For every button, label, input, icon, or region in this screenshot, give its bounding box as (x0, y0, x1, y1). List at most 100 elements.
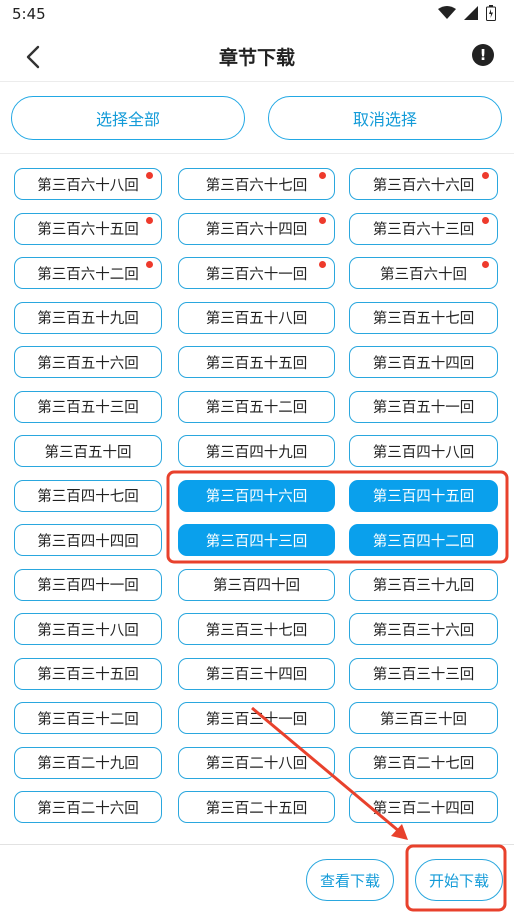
chapter-label: 第三百五十六回 (37, 355, 139, 372)
chapter-label: 第三百五十四回 (372, 355, 475, 372)
chapter-button[interactable]: 第三百三十九回 (349, 568, 498, 601)
chapter-button[interactable]: 第三百六十四回 (178, 212, 335, 245)
chapter-button[interactable]: 第三百四十二回 (349, 524, 498, 556)
bottom-bar: 查看下载 开始下载 (0, 844, 514, 914)
chapter-button[interactable]: 第三百四十六回 (178, 479, 335, 512)
chapter-label: 第三百三十五回 (37, 667, 139, 683)
chapter-button[interactable]: 第三百五十三回 (14, 390, 162, 423)
chapter-label: 第三百五十八回 (205, 311, 308, 327)
chapter-button[interactable]: 第三百五十四回 (349, 346, 498, 378)
chapter-button[interactable]: 第三百五十九回 (14, 301, 162, 334)
chapter-label: 第三百六十一回 (205, 266, 308, 283)
chapter-button[interactable]: 第三百三十一回 (178, 702, 335, 734)
chapter-button[interactable]: 第三百三十二回 (14, 702, 162, 734)
chapter-label: 第三百六十五回 (37, 222, 139, 238)
chapter-button[interactable]: 第三百三十四回 (178, 657, 335, 690)
status-bar: 5:45 (0, 0, 514, 30)
chapter-button[interactable]: 第三百五十一回 (349, 390, 498, 423)
new-chapter-dot (482, 172, 489, 179)
chapter-label: 第三百二十八回 (205, 756, 308, 772)
chapter-button[interactable]: 第三百四十九回 (178, 435, 335, 467)
chapter-button[interactable]: 第三百二十八回 (178, 746, 335, 779)
new-chapter-dot (319, 172, 326, 179)
chapter-button[interactable]: 第三百三十八回 (14, 613, 162, 645)
chapter-label: 第三百三十九回 (372, 578, 475, 594)
chapter-label: 第三百四十七回 (37, 489, 139, 505)
chapter-label: 第三百二十九回 (37, 756, 139, 772)
chapter-label: 第三百四十五回 (372, 489, 475, 505)
signal-icon (464, 6, 478, 20)
chapter-label: 第三百六十六回 (372, 177, 475, 194)
chapter-button[interactable]: 第三百六十一回 (178, 257, 335, 289)
new-chapter-dot (146, 172, 153, 179)
chapter-label: 第三百四十回 (213, 578, 300, 594)
new-chapter-dot (482, 216, 489, 224)
chapter-button[interactable]: 第三百六十回 (349, 257, 498, 289)
chapter-button[interactable]: 第三百二十七回 (349, 746, 498, 779)
new-chapter-dot (482, 261, 489, 268)
status-time: 5:45 (12, 5, 46, 23)
chapter-button[interactable]: 第三百六十五回 (14, 212, 162, 245)
chapter-label: 第三百五十一回 (372, 400, 475, 416)
chapter-button[interactable]: 第三百二十六回 (14, 791, 162, 823)
chapter-button[interactable]: 第三百六十三回 (349, 212, 498, 245)
chapter-label: 第三百六十二回 (37, 266, 139, 283)
chapter-button[interactable]: 第三百六十七回 (178, 168, 335, 200)
chapter-label: 第三百五十三回 (37, 400, 139, 416)
chapter-label: 第三百五十回 (44, 444, 132, 461)
chapter-label: 第三百三十回 (380, 711, 467, 728)
chapter-label: 第三百六十七回 (205, 177, 308, 194)
chapter-button[interactable]: 第三百五十六回 (14, 346, 162, 378)
chapter-label: 第三百二十四回 (372, 800, 475, 817)
chapter-label: 第三百二十五回 (205, 800, 308, 817)
chapter-label: 第三百三十八回 (37, 622, 139, 639)
chapter-label: 第三百六十回 (380, 266, 467, 283)
chapter-label: 第三百六十四回 (205, 222, 308, 238)
chapter-button[interactable]: 第三百六十八回 (14, 168, 162, 200)
app-header: 章节下载 ! (0, 30, 514, 82)
chapter-button[interactable]: 第三百三十五回 (14, 657, 162, 690)
chapter-button[interactable]: 第三百四十五回 (349, 479, 498, 512)
wifi-icon (438, 6, 456, 19)
chapter-label: 第三百二十六回 (37, 800, 139, 817)
chapter-label: 第三百三十六回 (372, 622, 475, 639)
chapter-label: 第三百二十七回 (372, 756, 475, 772)
chapter-label: 第三百四十一回 (37, 578, 139, 594)
chapter-label: 第三百三十四回 (205, 667, 308, 683)
chapter-button[interactable]: 第三百三十七回 (178, 613, 335, 645)
chapter-button[interactable]: 第三百二十四回 (349, 791, 498, 823)
status-icons (438, 5, 496, 21)
chapter-button[interactable]: 第三百四十三回 (178, 524, 335, 556)
view-downloads-button[interactable]: 查看下载 (306, 859, 394, 901)
info-button[interactable]: ! (472, 44, 494, 66)
chapter-button[interactable]: 第三百五十七回 (349, 301, 498, 334)
page-title: 章节下载 (218, 47, 295, 69)
chapter-button[interactable]: 第三百三十回 (349, 702, 498, 734)
cancel-selection-button[interactable]: 取消选择 (268, 96, 502, 140)
chapter-label: 第三百五十七回 (372, 311, 475, 327)
chapter-button[interactable]: 第三百四十一回 (14, 568, 162, 601)
chapter-button[interactable]: 第三百五十回 (14, 435, 162, 467)
chapter-button[interactable]: 第三百六十二回 (14, 257, 162, 289)
chapter-button[interactable]: 第三百五十二回 (178, 390, 335, 423)
chapter-button[interactable]: 第三百三十三回 (349, 657, 498, 690)
chapter-grid: 第三百六十八回 第三百六十七回 第三百六十六回 第三百六十五回 第三百六十四回 第三百六十… (0, 154, 514, 844)
chapter-button[interactable]: 第三百二十五回 (178, 791, 335, 823)
chapter-button[interactable]: 第三百六十六回 (349, 168, 498, 200)
chapter-label: 第三百四十三回 (205, 533, 308, 550)
chapter-label: 第三百四十八回 (372, 444, 475, 461)
start-download-button[interactable]: 开始下载 (415, 859, 503, 901)
chapter-button[interactable]: 第三百二十九回 (14, 746, 162, 779)
chapter-label: 第三百五十九回 (37, 311, 139, 327)
chapter-button[interactable]: 第三百四十回 (178, 568, 335, 601)
chapter-button[interactable]: 第三百五十五回 (178, 346, 335, 378)
chapter-button[interactable]: 第三百三十六回 (349, 613, 498, 645)
chapter-button[interactable]: 第三百五十八回 (178, 301, 335, 334)
chapter-label: 第三百五十二回 (205, 400, 308, 416)
select-all-button[interactable]: 选择全部 (11, 96, 245, 140)
chapter-label: 第三百四十四回 (37, 533, 139, 550)
chapter-button[interactable]: 第三百四十四回 (14, 524, 162, 556)
chapter-button[interactable]: 第三百四十八回 (349, 435, 498, 467)
chapter-label: 第三百五十五回 (205, 355, 308, 372)
chapter-button[interactable]: 第三百四十七回 (14, 479, 162, 512)
